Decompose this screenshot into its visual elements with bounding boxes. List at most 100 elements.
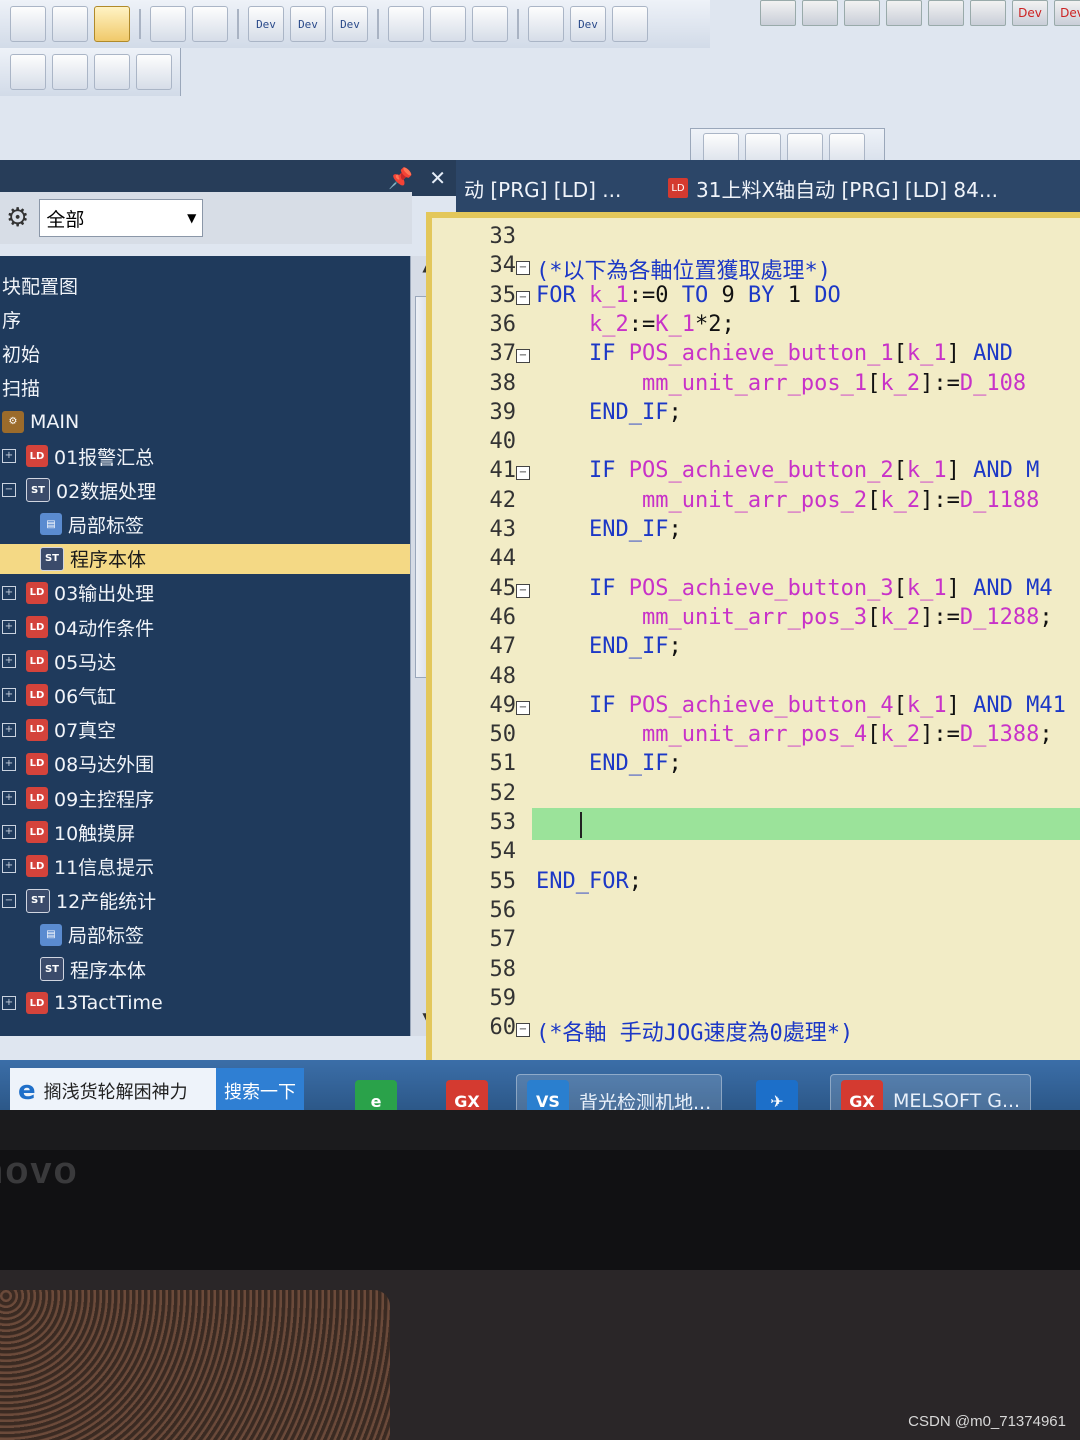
- code-line[interactable]: mm_unit_arr_pos_2[k_2]:=D_1188: [536, 488, 1039, 516]
- code-line[interactable]: FOR k_1:=0 TO 9 BY 1 DO: [536, 283, 841, 311]
- taskbar-search-box[interactable]: e 搁浅货轮解困神力: [10, 1068, 220, 1110]
- tree-item[interactable]: − ST 12产能统计: [0, 886, 402, 916]
- toolbar-button-3[interactable]: [150, 6, 186, 42]
- tree-item[interactable]: 序: [0, 304, 402, 334]
- pin-icon[interactable]: 📌: [388, 166, 413, 190]
- top-toolbar-button-3[interactable]: [886, 0, 922, 26]
- top-toolbar-button-7[interactable]: Dev: [1054, 0, 1080, 26]
- toolbar2-button-3[interactable]: [136, 54, 172, 90]
- tree-item[interactable]: ST 程序本体: [0, 543, 412, 574]
- toolbar-button-11[interactable]: [528, 6, 564, 42]
- fold-toggle-icon[interactable]: −: [516, 290, 530, 305]
- code-line[interactable]: END_IF;: [536, 634, 682, 662]
- tree-item[interactable]: + LD 04动作条件: [0, 612, 402, 642]
- code-line[interactable]: END_IF;: [536, 517, 682, 545]
- tree-item[interactable]: + LD 08马达外围: [0, 749, 402, 779]
- collapse-icon[interactable]: −: [2, 483, 16, 498]
- code-line[interactable]: (*各軸 手动JOG速度為0處理*): [536, 1015, 853, 1046]
- tree-item[interactable]: + LD 07真空: [0, 715, 402, 745]
- search-button[interactable]: 搜索一下: [216, 1068, 304, 1110]
- tree-item[interactable]: ⚙ MAIN: [0, 407, 402, 437]
- code-line[interactable]: IF POS_achieve_button_4[k_1] AND M41: [536, 693, 1066, 721]
- toolbar2-button-1[interactable]: [52, 54, 88, 90]
- toolbar-button-1[interactable]: [52, 6, 88, 42]
- collapse-icon[interactable]: −: [2, 893, 16, 908]
- toolbar-button-12[interactable]: Dev: [570, 6, 606, 42]
- code-line[interactable]: mm_unit_arr_pos_1[k_2]:=D_108: [536, 371, 1026, 399]
- code-line[interactable]: mm_unit_arr_pos_3[k_2]:=D_1288;: [536, 605, 1053, 633]
- toolbar-button-0[interactable]: [10, 6, 46, 42]
- tree-item[interactable]: ▤ 局部标签: [0, 920, 412, 950]
- code-line[interactable]: END_IF;: [536, 400, 682, 428]
- top-toolbar-button-2[interactable]: [844, 0, 880, 26]
- taskbar-app[interactable]: e: [345, 1074, 407, 1110]
- fold-toggle-icon[interactable]: −: [516, 261, 530, 276]
- filter-dropdown[interactable]: 全部 ▼: [39, 199, 204, 237]
- tree-item[interactable]: − ST 02数据处理: [0, 475, 402, 505]
- tree-item[interactable]: + LD 11信息提示: [0, 851, 402, 881]
- taskbar-app[interactable]: GX MELSOFT G...: [830, 1074, 1032, 1110]
- toolbar-button-8[interactable]: [388, 6, 424, 42]
- fold-toggle-icon[interactable]: −: [516, 466, 530, 481]
- tree-item[interactable]: 初始: [0, 338, 402, 368]
- expand-icon[interactable]: +: [2, 825, 16, 840]
- code-line[interactable]: END_IF;: [536, 751, 682, 779]
- code-line[interactable]: IF POS_achieve_button_1[k_1] AND: [536, 341, 1013, 369]
- fold-toggle-icon[interactable]: −: [516, 700, 530, 715]
- line-number: 53: [489, 810, 517, 835]
- expand-icon[interactable]: +: [2, 620, 16, 634]
- top-toolbar-button-5[interactable]: [970, 0, 1006, 26]
- expand-icon[interactable]: +: [2, 756, 16, 771]
- tab-current-program[interactable]: LD 31上料X轴自动 [PRG] [LD] 84...: [668, 168, 998, 208]
- tree-item[interactable]: + LD 09主控程序: [0, 783, 402, 813]
- tree-item[interactable]: + LD 13TactTime: [0, 988, 402, 1018]
- close-icon[interactable]: ✕: [429, 166, 446, 190]
- expand-icon[interactable]: +: [2, 996, 16, 1011]
- code-line[interactable]: mm_unit_arr_pos_4[k_2]:=D_1388;: [536, 722, 1053, 750]
- toolbar-button-4[interactable]: [192, 6, 228, 42]
- toolbar-button-5[interactable]: Dev: [248, 6, 284, 42]
- tree-item[interactable]: 扫描: [0, 373, 402, 403]
- expand-icon[interactable]: +: [2, 654, 16, 669]
- taskbar-app[interactable]: ✈: [746, 1074, 808, 1110]
- toolbar-button-2[interactable]: [94, 6, 130, 42]
- st-code-editor[interactable]: 33 34 35 36 37 38 39 40 41 42 43 44 45 46 47 48 49 50 51 52…: [426, 212, 1080, 1092]
- tree-item[interactable]: + LD 10触摸屏: [0, 817, 402, 847]
- taskbar-app[interactable]: GX: [436, 1074, 498, 1110]
- expand-icon[interactable]: +: [2, 449, 16, 463]
- top-toolbar-button-0[interactable]: [760, 0, 796, 26]
- expand-icon[interactable]: +: [2, 688, 16, 703]
- tree-item[interactable]: 块配置图: [0, 270, 402, 300]
- toolbar2-button-2[interactable]: [94, 54, 130, 90]
- toolbar-button-6[interactable]: Dev: [290, 6, 326, 42]
- code-line[interactable]: k_2:=K_1*2;: [536, 312, 735, 340]
- expand-icon[interactable]: +: [2, 791, 16, 805]
- tab-prev-program[interactable]: 动 [PRG] [LD] ...: [464, 168, 621, 208]
- fold-toggle-icon[interactable]: −: [516, 349, 530, 364]
- tree-item[interactable]: + LD 05马达: [0, 646, 402, 676]
- toolbar-button-9[interactable]: [430, 6, 466, 42]
- top-toolbar-button-4[interactable]: [928, 0, 964, 26]
- code-line[interactable]: IF POS_achieve_button_2[k_1] AND M: [536, 458, 1039, 486]
- toolbar-button-7[interactable]: Dev: [332, 6, 368, 42]
- toolbar2-button-0[interactable]: [10, 54, 46, 90]
- expand-icon[interactable]: +: [2, 859, 16, 874]
- code-line[interactable]: IF POS_achieve_button_3[k_1] AND M4: [536, 576, 1053, 604]
- fold-toggle-icon[interactable]: −: [516, 1023, 530, 1038]
- top-toolbar-button-1[interactable]: [802, 0, 838, 26]
- toolbar-button-13[interactable]: [612, 6, 648, 42]
- tree-item[interactable]: + LD 03输出处理: [0, 578, 402, 608]
- tree-item[interactable]: ST 程序本体: [0, 954, 412, 984]
- toolbar-button-10[interactable]: [472, 6, 508, 42]
- gear-icon[interactable]: ⚙: [6, 203, 29, 233]
- expand-icon[interactable]: +: [2, 585, 16, 600]
- taskbar-app[interactable]: VS 背光检测机地...: [516, 1074, 723, 1110]
- tree-item[interactable]: ▤ 局部标签: [0, 509, 412, 539]
- code-line[interactable]: END_FOR;: [536, 869, 642, 897]
- expand-icon[interactable]: +: [2, 722, 16, 737]
- tree-item[interactable]: + LD 06气缸: [0, 680, 402, 710]
- top-toolbar-button-6[interactable]: Dev: [1012, 0, 1048, 26]
- fold-toggle-icon[interactable]: −: [516, 583, 530, 598]
- code-line[interactable]: (*以下為各軸位置獲取處理*): [536, 253, 831, 284]
- tree-item[interactable]: + LD 01报警汇总: [0, 441, 402, 471]
